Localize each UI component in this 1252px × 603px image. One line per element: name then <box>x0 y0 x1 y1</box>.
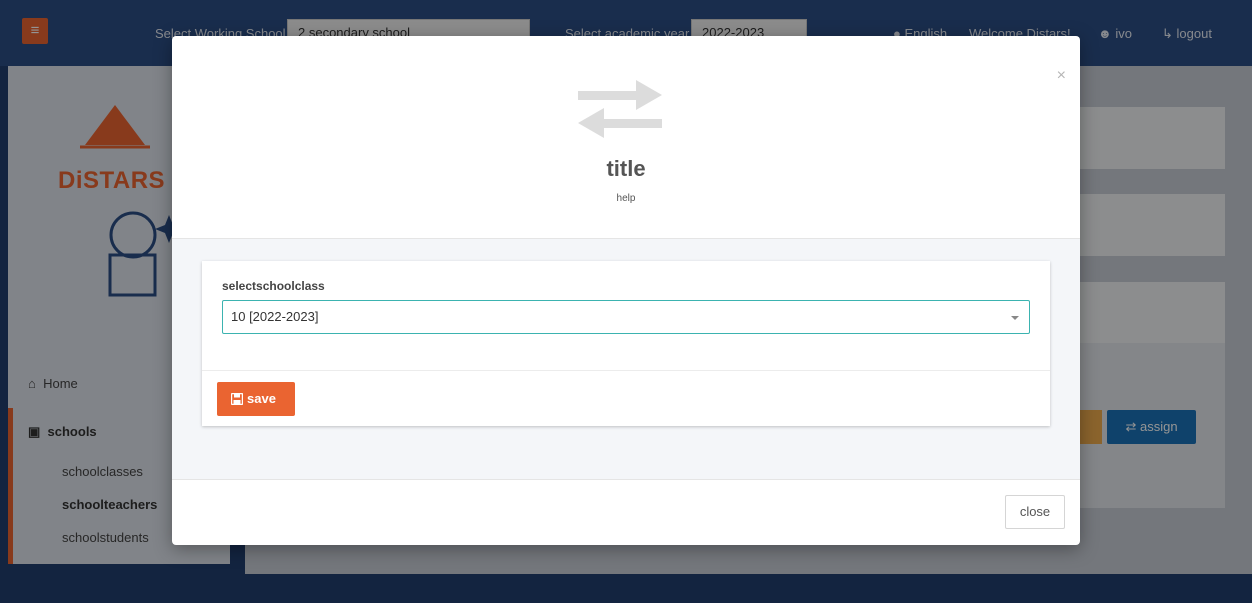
modal-body: selectschoolclass 10 [2022-2023] save <box>172 238 1080 480</box>
floppy-disk-icon <box>230 392 244 406</box>
close-button[interactable]: close <box>1005 495 1065 529</box>
save-label: save <box>247 391 276 406</box>
form-card: selectschoolclass 10 [2022-2023] save <box>202 261 1050 426</box>
exchange-icon <box>578 80 662 138</box>
save-button[interactable]: save <box>217 382 295 416</box>
modal-help-text: help <box>616 193 636 204</box>
school-class-select[interactable]: 10 [2022-2023] <box>222 300 1030 334</box>
modal-title: title <box>606 156 646 181</box>
form-footer: save <box>202 370 1050 426</box>
school-class-label: selectschoolclass <box>222 279 325 293</box>
close-icon[interactable]: × <box>1057 67 1066 85</box>
assign-modal: × title help selectschoolclass 10 [2022-… <box>172 36 1080 545</box>
school-class-value: 10 [2022-2023] <box>231 309 319 324</box>
caret-down-icon <box>1011 316 1019 320</box>
